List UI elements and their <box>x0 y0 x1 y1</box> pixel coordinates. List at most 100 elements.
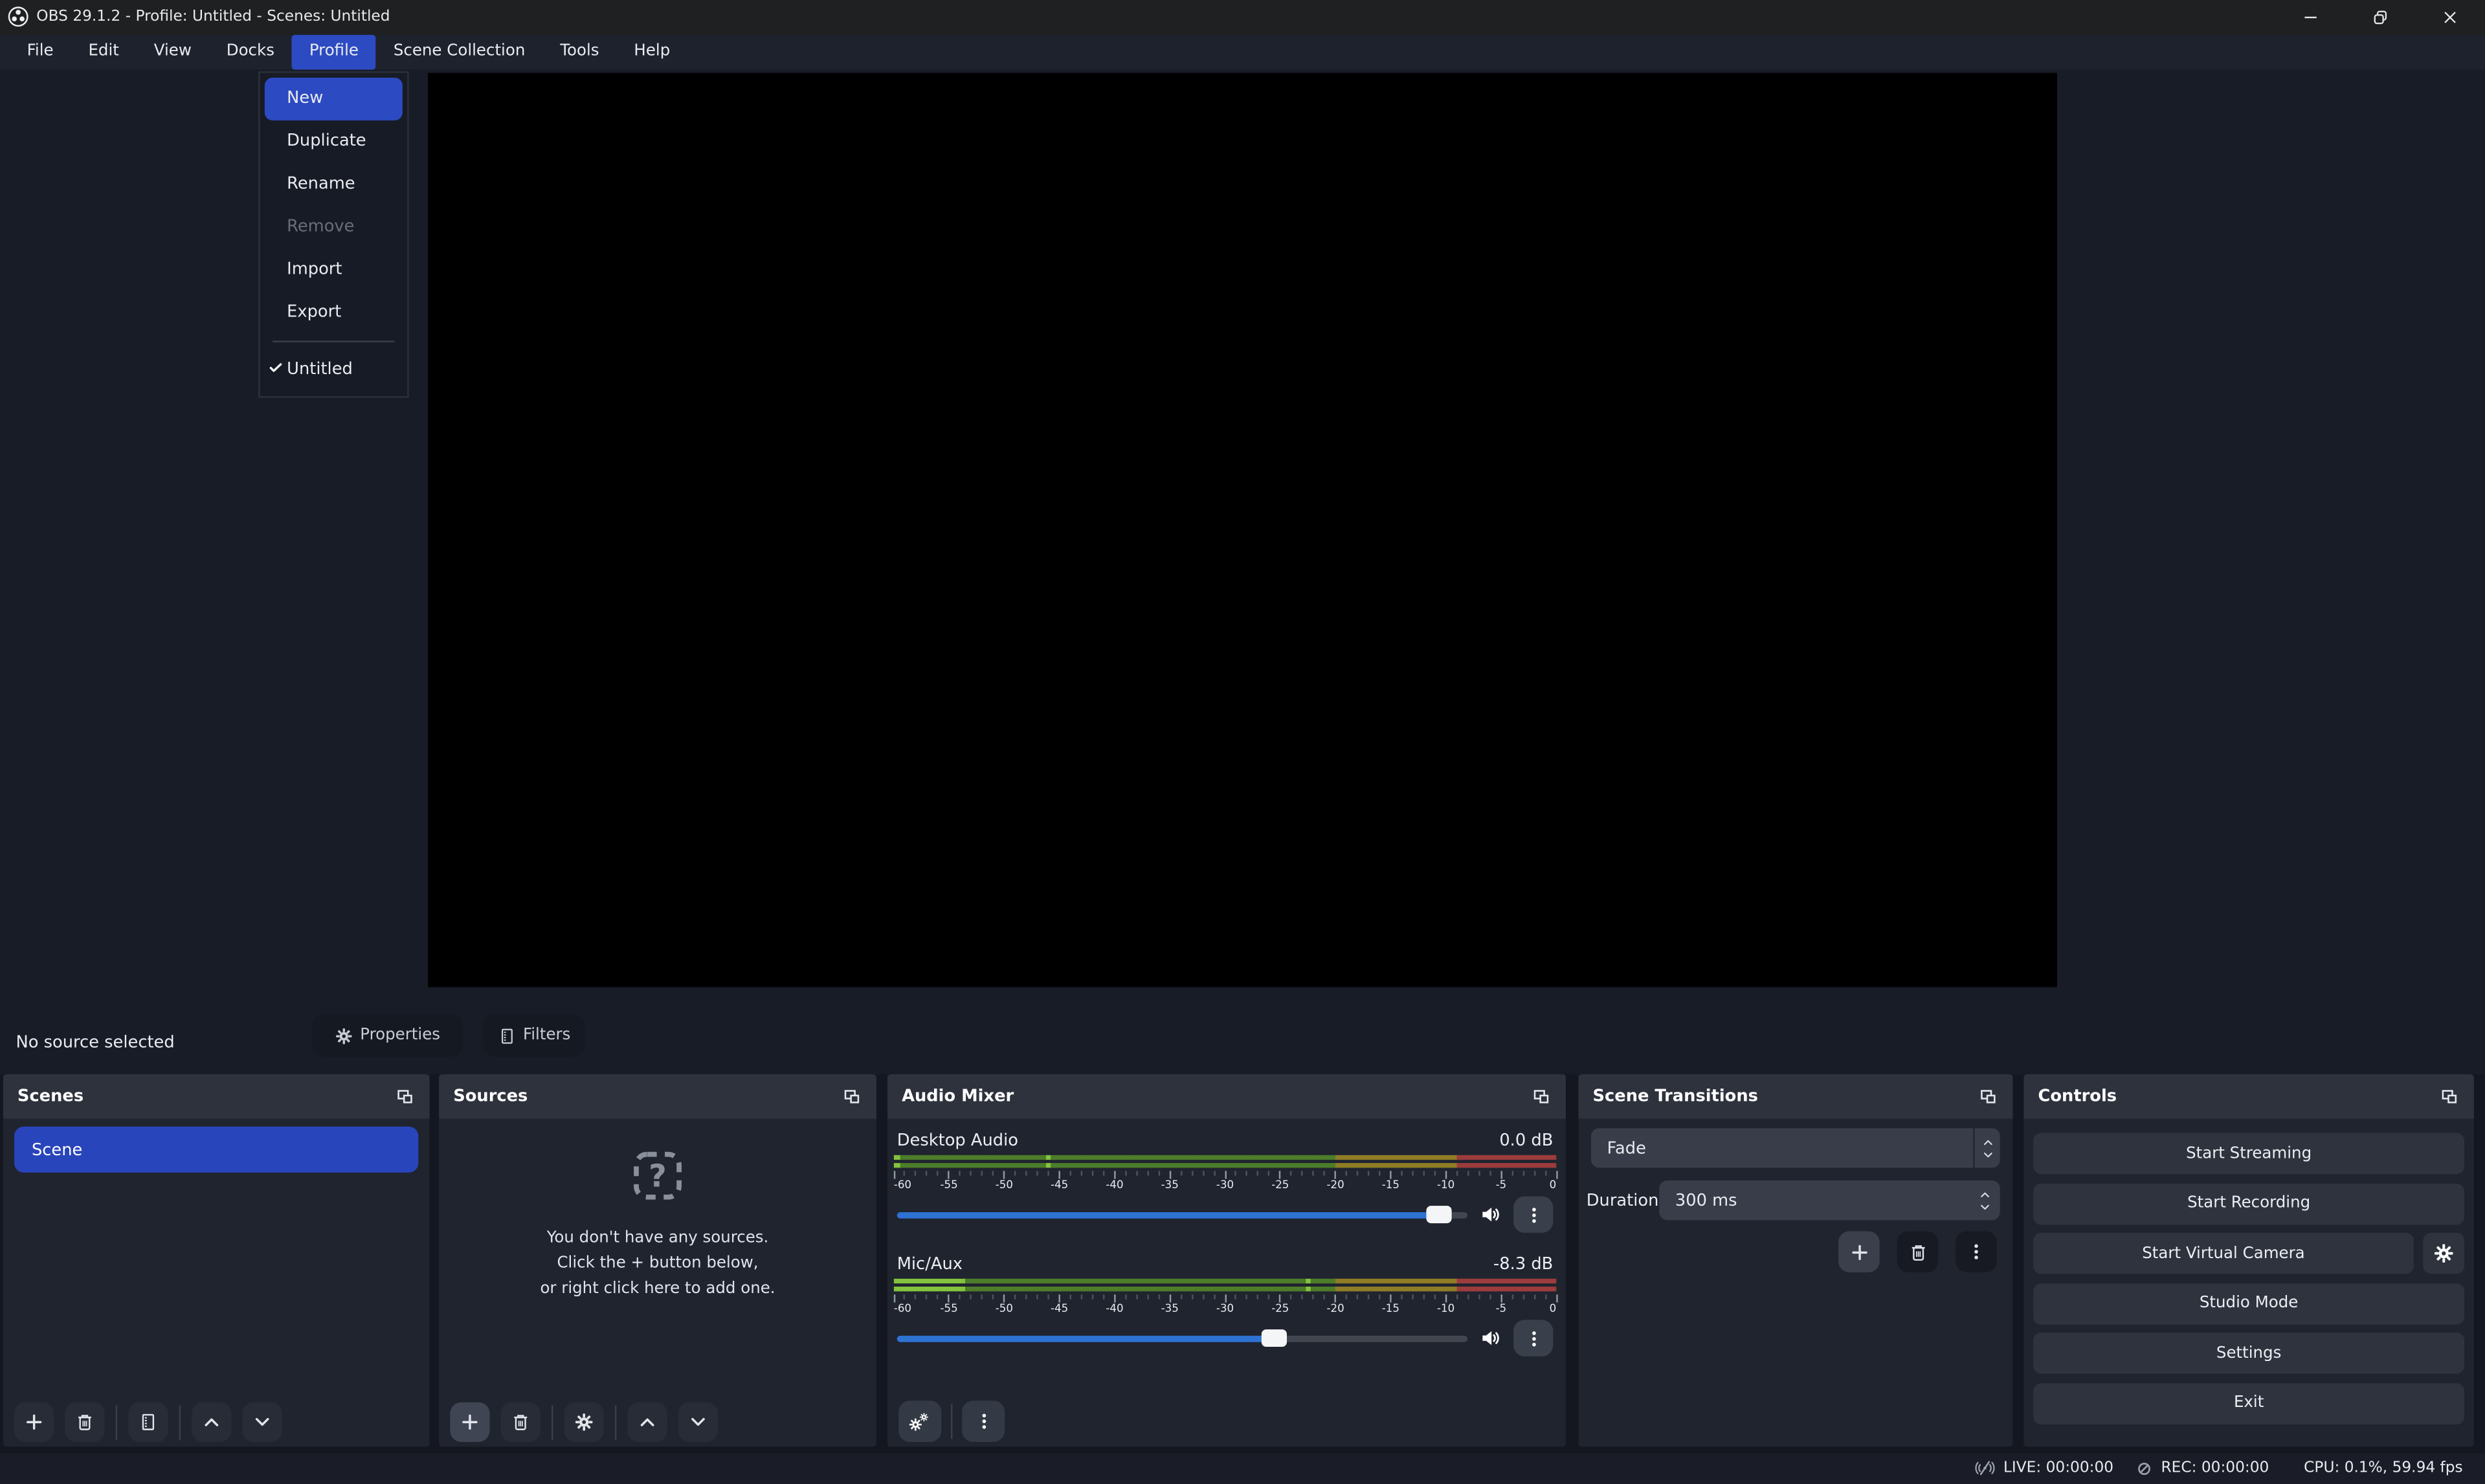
empty-text-line: or right click here to add one. <box>540 1277 775 1302</box>
volume-slider-track <box>897 1335 1467 1342</box>
source-properties-button[interactable] <box>564 1402 604 1442</box>
chevron-up-icon <box>1978 1188 1992 1201</box>
kebab-icon <box>1524 1329 1543 1347</box>
popout-icon[interactable] <box>395 1086 416 1107</box>
menu-view[interactable]: View <box>137 34 209 70</box>
mixer-options-button[interactable] <box>962 1401 1005 1442</box>
add-transition-button[interactable] <box>1838 1231 1880 1272</box>
advanced-audio-button[interactable] <box>898 1401 941 1442</box>
popout-icon[interactable] <box>1531 1086 1552 1107</box>
settings-button[interactable]: Settings <box>2033 1333 2464 1374</box>
start-streaming-button[interactable]: Start Streaming <box>2033 1133 2464 1175</box>
chevron-down-icon <box>1980 1148 1994 1161</box>
popout-icon[interactable] <box>1978 1086 1998 1107</box>
profile-menu-import[interactable]: Import <box>265 248 403 291</box>
filters-button[interactable]: Filters <box>484 1014 585 1057</box>
move-scene-down-button[interactable] <box>243 1402 282 1442</box>
restore-button[interactable] <box>2345 0 2415 34</box>
start-virtual-camera-button[interactable]: Start Virtual Camera <box>2033 1233 2414 1274</box>
status-bar: LIVE: 00:00:00 REC: 00:00:00 CPU: 0.1%, … <box>0 1453 2485 1484</box>
duration-input[interactable]: 300 ms <box>1659 1180 2000 1220</box>
volume-slider-handle[interactable] <box>1262 1329 1287 1347</box>
menu-profile[interactable]: Profile <box>292 34 376 70</box>
dock-area: Scenes Scene Sources <box>0 1074 2485 1453</box>
vu-meter-bar <box>894 1163 1556 1168</box>
cpu-fps-text: CPU: 0.1%, 59.94 fps <box>2304 1460 2462 1478</box>
audio-mixer-title: Audio Mixer <box>902 1087 1014 1106</box>
live-time: LIVE: 00:00:00 <box>2003 1460 2113 1478</box>
profile-menu-duplicate[interactable]: Duplicate <box>265 120 403 162</box>
preview-canvas[interactable] <box>428 73 2057 988</box>
remove-scene-button[interactable] <box>65 1402 104 1442</box>
properties-button[interactable]: Properties <box>312 1014 463 1057</box>
sources-empty-state[interactable]: You don't have any sources. Click the + … <box>439 1147 876 1303</box>
gear-icon <box>335 1026 353 1045</box>
exit-button[interactable]: Exit <box>2033 1382 2464 1424</box>
menu-help[interactable]: Help <box>617 34 688 70</box>
scene-filters-button[interactable] <box>128 1402 168 1442</box>
profile-menu-remove: Remove <box>265 205 403 248</box>
channel-options-button[interactable] <box>1513 1196 1553 1232</box>
menu-file[interactable]: File <box>10 34 71 70</box>
scene-list-item[interactable]: Scene <box>14 1127 418 1173</box>
duration-label: Duration <box>1579 1191 1660 1210</box>
audio-mixer-header[interactable]: Audio Mixer <box>887 1074 1566 1119</box>
virtual-camera-settings-button[interactable] <box>2423 1233 2464 1274</box>
add-source-button[interactable] <box>450 1402 489 1442</box>
obs-logo-icon <box>6 5 30 29</box>
profile-menu-rename[interactable]: Rename <box>265 162 403 205</box>
move-source-down-button[interactable] <box>678 1402 718 1442</box>
scenes-panel-header[interactable]: Scenes <box>3 1074 430 1119</box>
volume-slider[interactable] <box>897 1329 1467 1347</box>
transition-options-button[interactable] <box>1956 1231 1997 1272</box>
chevron-down-icon <box>1978 1201 1992 1213</box>
meter-tick-marks <box>894 1171 1556 1179</box>
menu-edit[interactable]: Edit <box>71 34 137 70</box>
menu-scene-collection[interactable]: Scene Collection <box>376 34 542 70</box>
gear-icon <box>2433 1242 2455 1264</box>
minimize-icon <box>2301 8 2320 27</box>
transition-select-spinner[interactable] <box>1973 1128 2000 1168</box>
check-icon <box>268 359 284 375</box>
move-scene-up-button[interactable] <box>192 1402 231 1442</box>
volume-slider[interactable] <box>897 1205 1467 1224</box>
menu-docks[interactable]: Docks <box>209 34 292 70</box>
start-recording-button[interactable]: Start Recording <box>2033 1183 2464 1224</box>
speaker-icon[interactable] <box>1478 1202 1502 1226</box>
audio-mixer-panel: Audio Mixer Desktop Audio 0.0 dB -60-55-… <box>887 1074 1566 1446</box>
transition-select[interactable]: Fade <box>1591 1128 2000 1168</box>
profile-menu-new[interactable]: New <box>265 77 403 120</box>
scene-transitions-panel: Scene Transitions Fade Duration 300 ms <box>1579 1074 2013 1446</box>
studio-mode-button[interactable]: Studio Mode <box>2033 1283 2464 1324</box>
remove-source-button[interactable] <box>501 1402 540 1442</box>
obs-window: OBS 29.1.2 - Profile: Untitled - Scenes:… <box>0 0 2485 1484</box>
duration-spinner[interactable] <box>1978 1180 1992 1220</box>
channel-db-value: -8.3 dB <box>1493 1255 1553 1274</box>
channel-options-button[interactable] <box>1513 1320 1553 1356</box>
vu-meter-bar <box>894 1279 1556 1283</box>
profile-menu-untitled[interactable]: Untitled <box>265 348 403 390</box>
sources-panel-header[interactable]: Sources <box>439 1074 876 1119</box>
source-status-text: No source selected <box>16 1010 174 1074</box>
scene-transitions-header[interactable]: Scene Transitions <box>1579 1074 2013 1119</box>
question-box-icon <box>629 1147 686 1204</box>
window-title: OBS 29.1.2 - Profile: Untitled - Scenes:… <box>36 8 390 26</box>
controls-buttons: Start Streaming Start Recording Start Vi… <box>2033 1133 2464 1424</box>
volume-slider-handle[interactable] <box>1426 1206 1451 1223</box>
popout-icon[interactable] <box>841 1086 862 1107</box>
popout-icon[interactable] <box>2439 1086 2460 1107</box>
add-scene-button[interactable] <box>14 1402 54 1442</box>
menu-tools[interactable]: Tools <box>542 34 616 70</box>
channel-name: Mic/Aux <box>897 1255 963 1274</box>
minimize-button[interactable] <box>2276 0 2346 34</box>
toolbar-separator <box>552 1404 553 1439</box>
speaker-icon[interactable] <box>1478 1326 1502 1350</box>
chevron-down-icon <box>688 1412 709 1432</box>
sources-panel-title: Sources <box>453 1087 528 1106</box>
close-button[interactable] <box>2415 0 2485 34</box>
move-source-up-button[interactable] <box>628 1402 667 1442</box>
remove-transition-button[interactable] <box>1897 1231 1939 1272</box>
controls-header[interactable]: Controls <box>2023 1074 2473 1119</box>
profile-menu-export[interactable]: Export <box>265 291 403 333</box>
duration-value: 300 ms <box>1659 1191 1737 1210</box>
